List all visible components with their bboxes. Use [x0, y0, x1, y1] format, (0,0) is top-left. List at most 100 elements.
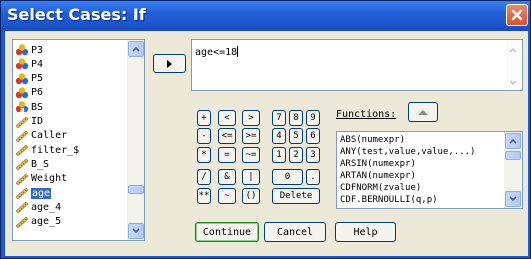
- function-item[interactable]: ABS(numexpr): [340, 135, 405, 146]
- calc-key[interactable]: +: [197, 110, 211, 126]
- variable-list-scrollbar[interactable]: [127, 40, 144, 240]
- scroll-down-button[interactable]: [128, 223, 144, 239]
- calc-key[interactable]: 5: [289, 128, 303, 144]
- calc-key[interactable]: |: [242, 169, 260, 185]
- scale-variable-icon: [15, 72, 31, 85]
- expression-scroll-up[interactable]: [509, 45, 517, 56]
- calc-key[interactable]: =: [218, 147, 236, 163]
- expression-scrollbar[interactable]: [505, 40, 522, 90]
- calc-key[interactable]: 7: [272, 110, 286, 126]
- variable-label: B_S: [31, 158, 50, 170]
- calc-key[interactable]: <=: [218, 128, 236, 144]
- variable-list-item[interactable]: a BS: [15, 101, 127, 114]
- function-item[interactable]: ARSIN(numexpr): [340, 159, 416, 170]
- variable-list-item[interactable]: age: [15, 187, 127, 200]
- functions-scroll-thumb[interactable]: [505, 151, 521, 160]
- functions-list[interactable]: ABS(numexpr) ANY(test,value,value,...) ARS…: [336, 131, 523, 209]
- variable-list-item[interactable]: ID: [15, 116, 127, 128]
- calc-key[interactable]: **: [197, 188, 211, 204]
- variable-list-item[interactable]: P3: [15, 44, 127, 56]
- function-item[interactable]: CDF.BERNOULLI(q,p): [340, 195, 438, 206]
- function-item[interactable]: CDFNORM(zvalue): [340, 183, 421, 194]
- chevron-down-icon: [132, 228, 140, 234]
- variable-label: P6: [31, 87, 44, 99]
- calc-key[interactable]: 3: [306, 147, 320, 163]
- calc-key[interactable]: >: [242, 110, 260, 126]
- variable-list-item[interactable]: Caller: [15, 130, 127, 143]
- chevron-up-icon: [509, 48, 517, 53]
- calc-key[interactable]: *: [197, 147, 211, 163]
- expression-scroll-down[interactable]: [509, 78, 517, 89]
- ruler-icon: [15, 216, 31, 229]
- calc-key[interactable]: 1: [272, 147, 286, 163]
- calc-key[interactable]: Delete: [272, 188, 320, 204]
- cancel-button[interactable]: Cancel: [264, 222, 326, 242]
- svg-text:a: a: [20, 106, 25, 113]
- calc-key[interactable]: -: [197, 128, 211, 144]
- ruler-icon: [15, 116, 31, 128]
- calc-key[interactable]: &: [218, 169, 236, 185]
- variable-list[interactable]: P3 P4 P5 P6 a BS ID Caller filter_$ B_S Weight age a…: [12, 39, 145, 241]
- scale-variable-icon: [15, 44, 31, 56]
- variable-label: ID: [31, 116, 44, 127]
- text-caret: [237, 46, 239, 57]
- calc-key[interactable]: /: [197, 169, 211, 185]
- variable-list-item[interactable]: Weight: [15, 173, 127, 186]
- scroll-up-button[interactable]: [128, 41, 144, 57]
- calc-key[interactable]: ~: [218, 188, 236, 204]
- variable-list-item[interactable]: B_S: [15, 158, 127, 171]
- calc-key[interactable]: 9: [306, 110, 320, 126]
- variable-list-item[interactable]: age_4: [15, 201, 127, 214]
- calc-key[interactable]: <: [218, 110, 236, 126]
- title-bar[interactable]: Select Cases: If: [1, 1, 530, 31]
- window-title: Select Cases: If: [7, 5, 146, 24]
- scroll-thumb[interactable]: [128, 185, 144, 194]
- insert-function-button[interactable]: [408, 102, 438, 122]
- help-button[interactable]: Help: [335, 222, 396, 242]
- scale-variable-icon: [15, 87, 31, 99]
- calc-key[interactable]: ~=: [242, 147, 260, 163]
- variable-label: Weight: [31, 173, 68, 185]
- variable-list-item[interactable]: age_5: [15, 216, 127, 229]
- variable-label: age: [31, 187, 52, 199]
- variable-list-item[interactable]: P5: [15, 72, 127, 85]
- ruler-icon: [15, 144, 31, 157]
- calc-key[interactable]: 8: [289, 110, 303, 126]
- continue-button[interactable]: Continue: [195, 222, 259, 242]
- variable-list-item[interactable]: filter_$: [15, 144, 127, 157]
- variable-label: Caller: [31, 130, 68, 142]
- expression-text: age<=18: [195, 46, 239, 58]
- variable-list-item[interactable]: P6: [15, 87, 127, 99]
- functions-label: Functions:: [336, 109, 397, 120]
- ruler-icon: [15, 187, 31, 200]
- arrow-right-icon: [166, 59, 172, 68]
- variable-label: filter_$: [31, 144, 80, 156]
- calc-key[interactable]: 6: [306, 128, 320, 144]
- calc-key[interactable]: 4: [272, 128, 286, 144]
- nominal-variable-icon: a: [15, 101, 31, 114]
- variable-label: P4: [31, 58, 44, 70]
- calc-key[interactable]: >=: [242, 128, 260, 144]
- variable-label: P3: [31, 44, 44, 56]
- window-frame-left: [1, 31, 5, 258]
- variable-label: age_5: [31, 216, 62, 228]
- select-cases-dialog: Select Cases: If P3 P4 P5 P6 a BS ID Caller filt…: [0, 0, 531, 259]
- functions-scroll-down[interactable]: [505, 191, 521, 207]
- close-icon: [511, 9, 523, 21]
- ruler-icon: [15, 130, 31, 143]
- move-variable-button[interactable]: [153, 54, 186, 73]
- function-item[interactable]: ANY(test,value,value,...): [340, 147, 475, 158]
- variable-label: age_4: [31, 201, 62, 213]
- calc-key[interactable]: 0: [272, 169, 303, 185]
- close-button[interactable]: [506, 4, 528, 26]
- calc-key[interactable]: .: [306, 169, 320, 185]
- function-item[interactable]: ARTAN(numexpr): [340, 171, 416, 182]
- variable-label: P5: [31, 73, 44, 85]
- calc-key[interactable]: 2: [289, 147, 303, 163]
- chevron-up-icon: [509, 138, 517, 144]
- functions-scroll-up[interactable]: [505, 133, 521, 149]
- variable-list-item[interactable]: P4: [15, 58, 127, 70]
- expression-input[interactable]: age<=18: [191, 39, 523, 91]
- calc-key[interactable]: (): [242, 188, 260, 204]
- functions-scrollbar[interactable]: [504, 132, 522, 208]
